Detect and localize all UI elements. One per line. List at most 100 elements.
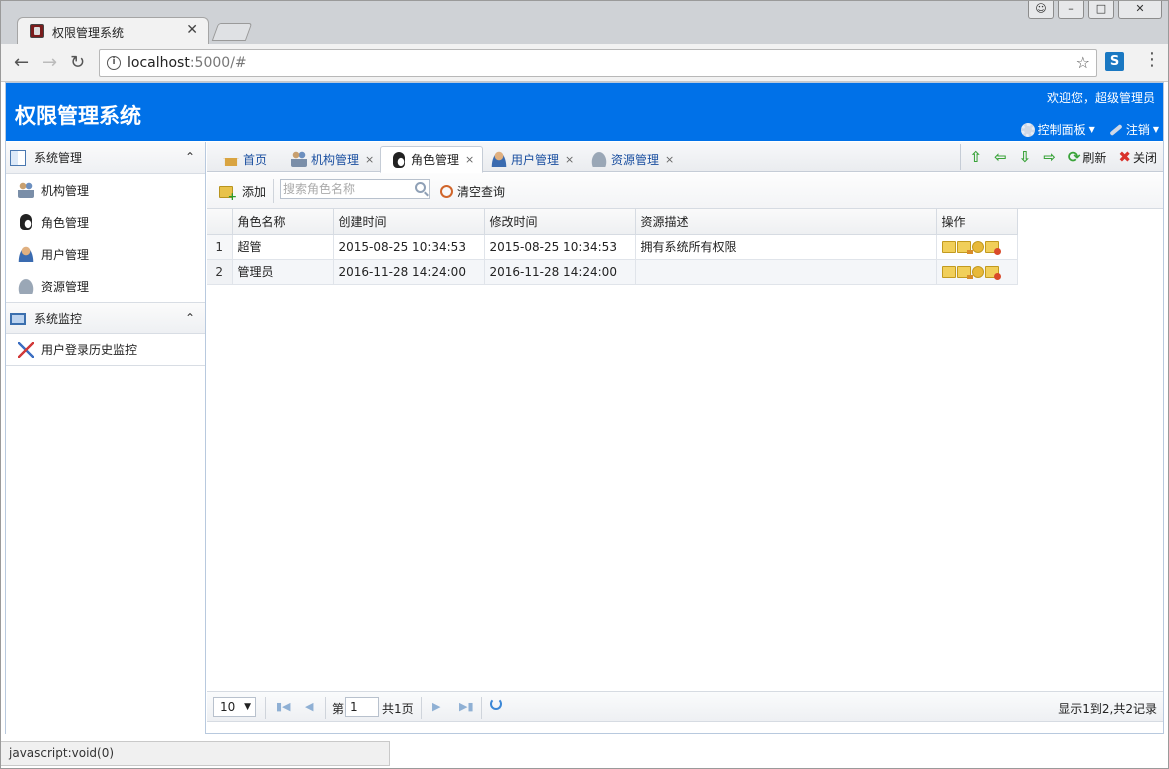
clear-search-button[interactable]: 清空查询: [440, 183, 505, 200]
chevron-up-icon[interactable]: ⌃: [185, 150, 195, 164]
tab-resource[interactable]: 资源管理 ×: [581, 146, 682, 172]
tab-close-icon[interactable]: ×: [365, 153, 374, 166]
grant-key-icon[interactable]: [971, 240, 984, 253]
sidebar: 系统管理 ⌃ 机构管理 角色管理 用户管理 资源管理 系统监控 ⌃ 用户登录历史…: [6, 142, 206, 734]
user-icon: [491, 151, 507, 167]
caret-down-icon: ▼: [1152, 125, 1159, 134]
caret-down-icon: ▼: [244, 702, 251, 712]
browser-status-bar: javascript:void(0): [0, 741, 390, 766]
chevron-up-icon[interactable]: ⌃: [185, 311, 195, 325]
forward-arrow-icon[interactable]: →: [42, 52, 57, 73]
page-size-select[interactable]: 10 ▼: [213, 697, 256, 717]
wand-icon: [1109, 123, 1123, 136]
record-count-info: 显示1到2,共2记录: [1058, 702, 1157, 716]
column-header-desc[interactable]: 资源描述: [635, 209, 937, 235]
accordion-header-system-management[interactable]: 系统管理 ⌃: [6, 142, 205, 174]
table-row[interactable]: 2 管理员 2016-11-28 14:24:00 2016-11-28 14:…: [207, 259, 1018, 285]
user-profile-icon[interactable]: ☺: [1028, 1, 1054, 19]
extension-icon[interactable]: S: [1105, 52, 1124, 71]
edit-icon[interactable]: [956, 265, 973, 279]
cell-created: 2015-08-25 10:34:53: [333, 234, 485, 260]
edit-icon[interactable]: [956, 240, 973, 254]
content-tabs: 首页 机构管理 × 角色管理 × 用户管理 × 资源管理 × ⇧ ⇦ ⇩ ⇨ ⟳…: [207, 142, 1163, 173]
tab-user[interactable]: 用户管理 ×: [481, 146, 582, 172]
bookmark-star-icon[interactable]: ☆: [1076, 53, 1090, 72]
cell-name: 超管: [232, 234, 334, 260]
org-icon: [18, 182, 34, 198]
role-search-input[interactable]: [281, 180, 409, 198]
tab-close-icon[interactable]: ×: [565, 153, 574, 166]
search-icon[interactable]: [415, 182, 426, 193]
cell-created: 2016-11-28 14:24:00: [333, 259, 485, 285]
delete-icon[interactable]: [984, 240, 1001, 255]
home-icon: [223, 152, 239, 166]
close-tab-button[interactable]: ✖ 关闭: [1118, 148, 1157, 166]
resource-icon: [591, 151, 607, 167]
address-bar[interactable]: i localhost:5000/# ☆: [99, 49, 1097, 77]
clear-search-icon: [440, 185, 453, 198]
chart-icon: [18, 341, 34, 358]
tab-close-icon[interactable]: ×: [665, 153, 674, 166]
pagination-bar: 10 ▼ ▮◀ ◀ 第 1 共1页 ▶ ▶▮ 显示1到2,共2记录: [207, 691, 1163, 722]
sidebar-item-org[interactable]: 机构管理: [6, 174, 205, 206]
sidebar-item-resource[interactable]: 资源管理: [6, 270, 205, 302]
column-header-name[interactable]: 角色名称: [232, 209, 334, 235]
grid-icon: [10, 149, 26, 166]
arrow-right-icon[interactable]: ⇨: [1043, 150, 1056, 165]
reload-icon[interactable]: ↻: [70, 52, 85, 73]
browser-tab-active[interactable]: 权限管理系统 ✕: [17, 17, 209, 45]
last-page-icon[interactable]: ▶▮: [459, 700, 474, 713]
role-table: 角色名称 创建时间 修改时间 资源描述 操作 1 超管 2015-08-25 1…: [207, 209, 1018, 285]
tab-home[interactable]: 首页: [213, 146, 275, 172]
arrow-left-icon[interactable]: ⇦: [994, 150, 1007, 165]
role-search-box: [280, 179, 430, 199]
maximize-button[interactable]: □: [1088, 1, 1114, 19]
view-icon[interactable]: [941, 240, 956, 253]
favicon-icon: [30, 24, 44, 38]
info-icon[interactable]: i: [107, 56, 121, 70]
browser-menu-icon[interactable]: ⋮: [1143, 50, 1161, 70]
tab-tools: ⇧ ⇦ ⇩ ⇨ ⟳ 刷新 ✖ 关闭: [959, 144, 1157, 170]
next-page-icon[interactable]: ▶: [432, 700, 440, 713]
app-frame: 权限管理系统 欢迎您，超级管理员 控制面板 ▼ 注销 ▼ 系统管理 ⌃ 机构管理: [5, 82, 1164, 734]
welcome-text: 欢迎您，超级管理员: [1046, 91, 1155, 105]
penguin-icon: [20, 214, 32, 230]
browser-tab-close-icon[interactable]: ✕: [186, 22, 198, 38]
arrow-down-icon[interactable]: ⇩: [1019, 150, 1032, 165]
sidebar-item-login-history[interactable]: 用户登录历史监控: [6, 334, 205, 366]
new-tab-button[interactable]: [211, 23, 253, 41]
accordion-header-system-monitor[interactable]: 系统监控 ⌃: [6, 302, 205, 334]
view-icon[interactable]: [941, 265, 956, 278]
close-icon: ✖: [1118, 148, 1131, 166]
minimize-button[interactable]: –: [1058, 1, 1084, 19]
tab-role[interactable]: 角色管理 ×: [380, 146, 484, 173]
page-number-input[interactable]: 1: [345, 697, 379, 717]
first-page-icon[interactable]: ▮◀: [276, 700, 291, 713]
tab-org[interactable]: 机构管理 ×: [281, 146, 382, 172]
window-close-button[interactable]: ✕: [1118, 1, 1162, 19]
tab-close-icon[interactable]: ×: [465, 153, 474, 166]
logout-menu[interactable]: 注销 ▼: [1109, 121, 1159, 138]
back-arrow-icon[interactable]: ←: [14, 52, 29, 73]
control-panel-menu[interactable]: 控制面板 ▼: [1020, 121, 1095, 138]
refresh-tab-button[interactable]: ⟳ 刷新: [1068, 148, 1107, 166]
window-controls: ☺ – □ ✕: [1028, 1, 1162, 19]
arrow-up-icon[interactable]: ⇧: [970, 150, 983, 165]
column-header-created[interactable]: 创建时间: [333, 209, 485, 235]
column-header-modified[interactable]: 修改时间: [484, 209, 636, 235]
add-role-button[interactable]: 添加: [219, 183, 266, 203]
row-number: 1: [207, 234, 233, 260]
browser-toolbar: ← → ↻ i localhost:5000/# ☆ S ⋮: [0, 44, 1169, 82]
table-row[interactable]: 1 超管 2015-08-25 10:34:53 2015-08-25 10:3…: [207, 234, 1018, 260]
monitor-icon: [10, 313, 26, 325]
delete-icon[interactable]: [984, 265, 1001, 280]
prev-page-icon[interactable]: ◀: [305, 700, 313, 713]
sidebar-item-role[interactable]: 角色管理: [6, 206, 205, 238]
resource-icon: [18, 278, 34, 294]
cell-ops: [936, 259, 1018, 285]
reload-page-icon[interactable]: [490, 698, 502, 710]
column-header-ops: 操作: [936, 209, 1018, 235]
sidebar-item-user[interactable]: 用户管理: [6, 238, 205, 270]
browser-tab-title: 权限管理系统: [52, 26, 125, 40]
grant-key-icon[interactable]: [971, 265, 984, 278]
